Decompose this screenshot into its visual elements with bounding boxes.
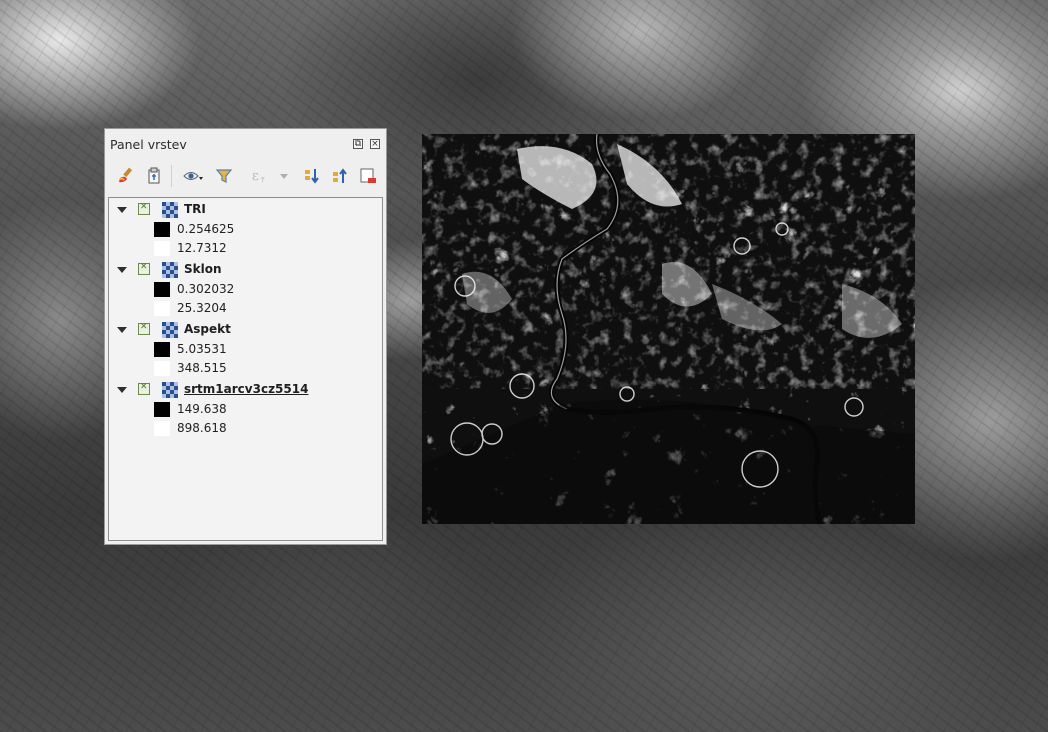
legend-max-value: 12.7312: [177, 241, 227, 255]
legend-item-min: 149.638: [109, 400, 382, 419]
layer-item-aspekt[interactable]: Aspekt: [109, 320, 382, 340]
raster-layer-icon: [162, 322, 178, 338]
expand-all-button[interactable]: [301, 163, 323, 189]
legend-item-max: 12.7312: [109, 239, 382, 258]
collapse-all-button[interactable]: [329, 163, 351, 189]
legend-item-min: 5.03531: [109, 340, 382, 359]
remove-layer-button[interactable]: [357, 163, 379, 189]
expression-filter-button[interactable]: ε: [247, 163, 269, 189]
legend-swatch-white: [154, 301, 170, 316]
raster-layer-icon: [162, 202, 178, 218]
add-group-button[interactable]: [143, 163, 165, 189]
layers-toolbar: ε: [111, 163, 381, 189]
legend-swatch-black: [154, 282, 170, 297]
legend-item-min: 0.254625: [109, 220, 382, 239]
legend-swatch-white: [154, 421, 170, 436]
layer-name: srtm1arcv3cz5514: [184, 382, 309, 396]
collapse-arrow-icon[interactable]: [117, 327, 127, 333]
layer-tree[interactable]: TRI 0.254625 12.7312 Sklon 0.302032: [108, 197, 383, 541]
paintbrush-icon: [119, 167, 133, 183]
chevron-down-icon: [280, 174, 288, 179]
layers-panel: Panel vrstev ⧉ × ε ✕ TRI 0.254625 12.731…: [104, 128, 387, 545]
collapse-arrow-icon[interactable]: [117, 267, 127, 273]
legend-max-value: 25.3204: [177, 301, 227, 315]
panel-title: Panel vrstev: [110, 136, 187, 152]
collapse-all-icon: [333, 168, 347, 183]
float-panel-button[interactable]: ⧉: [353, 139, 363, 149]
legend-item-max: 348.515: [109, 359, 382, 378]
layer-name: TRI: [184, 202, 206, 216]
legend-swatch-black: [154, 222, 170, 237]
filter-legend-button[interactable]: [213, 163, 235, 189]
legend-item-max: 25.3204: [109, 299, 382, 318]
panel-titlebar[interactable]: Panel vrstev ⧉ ×: [105, 129, 386, 159]
legend-max-value: 898.618: [177, 421, 227, 435]
legend-min-value: 0.254625: [177, 222, 235, 236]
close-panel-button[interactable]: ×: [370, 139, 380, 149]
collapse-arrow-icon[interactable]: [117, 207, 127, 213]
legend-min-value: 149.638: [177, 402, 227, 416]
legend-min-value: 5.03531: [177, 342, 227, 356]
layer-visibility-checkbox[interactable]: [138, 382, 150, 395]
toolbar-separator: [171, 165, 172, 187]
layer-name: Aspekt: [184, 322, 231, 336]
visibility-menu-button[interactable]: [177, 163, 209, 189]
expand-all-icon: [305, 169, 319, 184]
legend-max-value: 348.515: [177, 361, 227, 375]
legend-item-min: 0.302032: [109, 280, 382, 299]
layer-visibility-checkbox[interactable]: [138, 202, 150, 215]
layer-visibility-checkbox[interactable]: [138, 322, 150, 335]
layer-item-srtm[interactable]: srtm1arcv3cz5514: [109, 380, 382, 400]
filter-icon: [216, 169, 232, 183]
expression-filter-icon: ε: [252, 169, 265, 184]
remove-layer-icon: [360, 168, 376, 183]
legend-swatch-black: [154, 342, 170, 357]
eye-icon: [183, 172, 203, 180]
legend-min-value: 0.302032: [177, 282, 235, 296]
restore-icon: ⧉: [354, 139, 362, 149]
legend-item-max: 898.618: [109, 419, 382, 438]
svg-text:ε: ε: [252, 169, 259, 184]
collapse-arrow-icon[interactable]: [117, 387, 127, 393]
raster-layer-icon: [162, 382, 178, 398]
style-manager-button[interactable]: [115, 163, 137, 189]
legend-swatch-white: [154, 241, 170, 256]
close-icon: ×: [371, 139, 379, 149]
tri-raster-image: [422, 134, 915, 524]
tri-raster-layer: [422, 134, 915, 524]
expression-dropdown-button[interactable]: [277, 163, 291, 189]
layer-visibility-checkbox[interactable]: [138, 262, 150, 275]
add-group-icon: [148, 167, 160, 184]
layer-name: Sklon: [184, 262, 222, 276]
raster-layer-icon: [162, 262, 178, 278]
legend-swatch-black: [154, 402, 170, 417]
layer-item-tri[interactable]: TRI: [109, 200, 382, 220]
layer-item-sklon[interactable]: Sklon: [109, 260, 382, 280]
legend-swatch-white: [154, 361, 170, 376]
